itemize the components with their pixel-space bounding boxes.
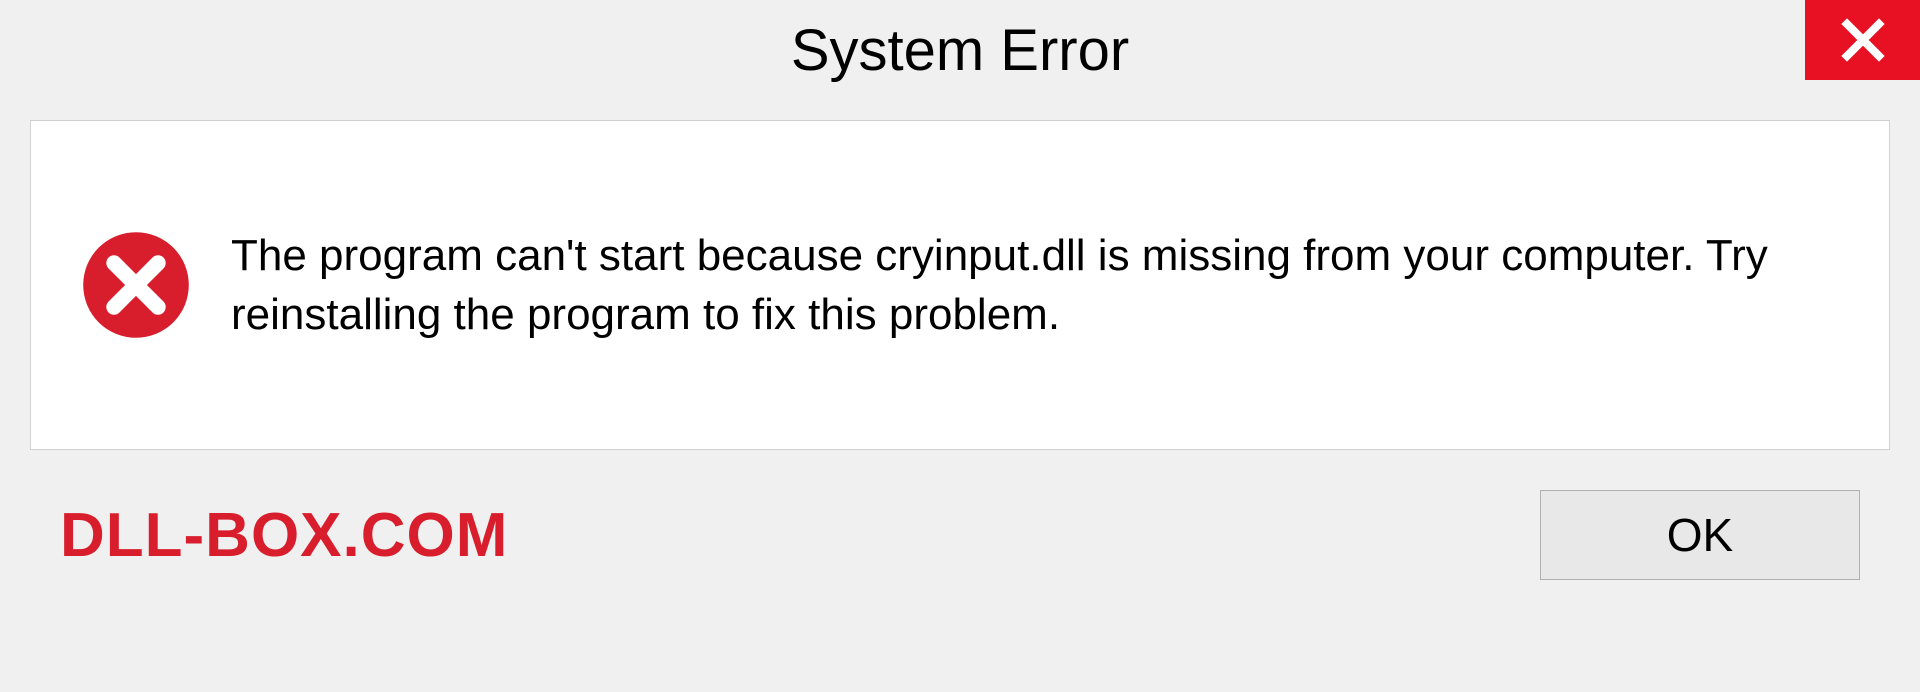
error-message: The program can't start because cryinput… [231,226,1839,345]
error-icon [81,230,191,340]
ok-button[interactable]: OK [1540,490,1860,580]
dialog-title: System Error [791,17,1129,84]
close-button[interactable] [1805,0,1920,80]
close-icon [1839,16,1887,64]
footer: DLL-BOX.COM OK [0,450,1920,580]
titlebar: System Error [0,0,1920,100]
watermark-text: DLL-BOX.COM [60,500,508,571]
content-area: The program can't start because cryinput… [30,120,1890,450]
